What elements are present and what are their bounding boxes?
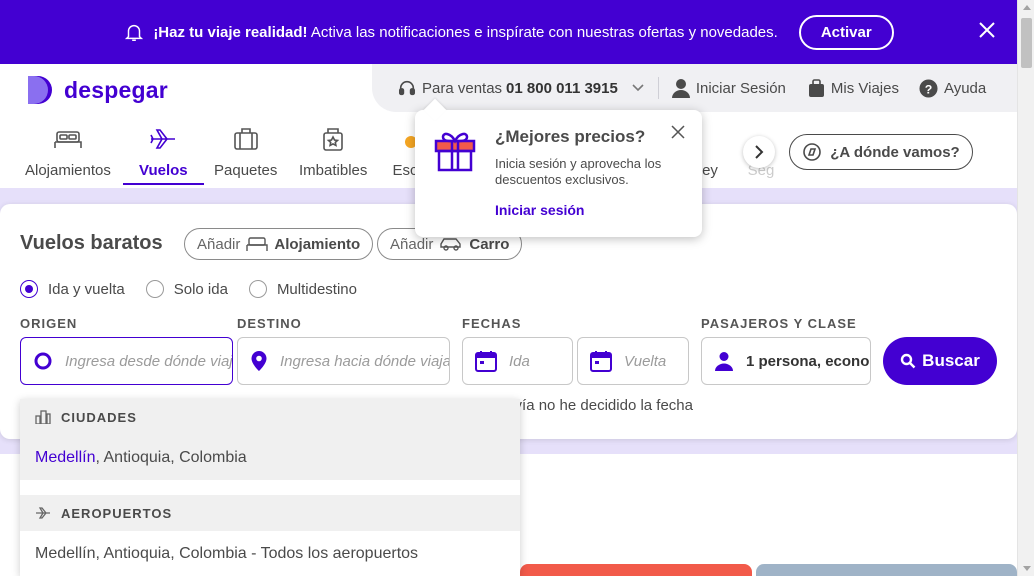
site-header: despegar Para ventas 01 800 011 3915 Inic… [0, 64, 1017, 112]
calendar-icon [475, 351, 497, 372]
radio-multi-destination[interactable]: Multidestino [248, 280, 357, 298]
chevron-down-icon [632, 84, 644, 92]
logo[interactable]: despegar [24, 74, 168, 106]
origin-field[interactable] [20, 337, 233, 385]
list-item[interactable]: Medellín, Antioquia, Colombia - Todos lo… [20, 531, 520, 576]
return-date-input[interactable] [624, 352, 688, 370]
calendar-icon [590, 351, 612, 372]
destination-label: DESTINO [237, 316, 302, 331]
divider [657, 77, 659, 99]
close-icon[interactable] [671, 125, 685, 139]
tab-alojamientos[interactable]: Alojamientos [25, 126, 111, 179]
package-icon [233, 128, 258, 150]
person-icon [715, 352, 733, 371]
origin-label: ORIGEN [20, 316, 78, 331]
tab-paquetes[interactable]: Paquetes [214, 126, 277, 179]
despegar-logo-icon [28, 76, 52, 104]
bell-icon [125, 24, 144, 41]
where-to-go-button[interactable]: ¿A dónde vamos? [789, 134, 973, 170]
bed-icon [54, 131, 82, 148]
my-trips-link[interactable]: Mis Viajes [808, 79, 899, 97]
departure-date-input[interactable] [509, 352, 572, 370]
search-button[interactable]: Buscar [883, 337, 997, 385]
departure-date-field[interactable] [462, 337, 573, 385]
tab-imbatibles[interactable]: Imbatibles [299, 126, 367, 179]
popover-title: ¿Mejores precios? [495, 127, 646, 146]
tab-vuelos[interactable]: Vuelos [123, 126, 204, 185]
notification-text: ¡Haz tu viaje realidad! Activa las notif… [153, 23, 778, 41]
airplane-icon [150, 129, 176, 149]
top-bar: Para ventas 01 800 011 3915 Iniciar Sesió… [372, 64, 1017, 112]
popover-login-link[interactable]: Iniciar sesión [495, 202, 584, 218]
origin-circle-icon [34, 352, 52, 370]
passengers-label: PASAJEROS Y CLASE [701, 316, 857, 331]
logo-wordmark: despegar [64, 76, 168, 103]
section-header-airports: AEROPUERTOS [20, 495, 520, 531]
gift-icon [434, 132, 476, 172]
activate-notifications-button[interactable]: Activar [798, 14, 894, 50]
scrollbar[interactable] [1017, 0, 1034, 576]
radio-one-way[interactable]: Solo ida [145, 280, 228, 298]
user-icon [671, 79, 690, 98]
list-item[interactable]: Medellín, Antioquia, Colombia [20, 435, 520, 480]
destination-input[interactable] [280, 352, 449, 370]
close-icon[interactable] [977, 20, 997, 40]
popover-description: Inicia sesión y aprovecha los descuentos… [495, 156, 662, 187]
section-header-cities: CIUDADES [20, 399, 520, 435]
compass-icon [803, 143, 822, 161]
help-icon: ? [919, 78, 938, 98]
origin-autocomplete: CIUDADES Medellín, Antioquia, Colombia A… [20, 399, 520, 576]
active-tab-indicator [123, 183, 204, 185]
add-accommodation-button[interactable]: Añadir Alojamiento [184, 228, 374, 260]
scrollbar-thumb[interactable] [1021, 18, 1032, 68]
login-popover: ¿Mejores precios? Inicia sesión y aprove… [415, 98, 702, 237]
dates-label: FECHAS [462, 316, 522, 331]
search-title: Vuelos baratos [20, 232, 163, 254]
origin-input[interactable] [65, 352, 232, 370]
car-icon [440, 238, 462, 251]
city-icon [35, 410, 51, 424]
return-date-field[interactable] [577, 337, 689, 385]
passengers-value: 1 persona, economy [746, 352, 870, 370]
imbatibles-icon [323, 128, 343, 151]
promo-card[interactable] [520, 564, 752, 576]
sales-phone[interactable]: Para ventas 01 800 011 3915 [398, 79, 644, 97]
svg-text:?: ? [925, 82, 933, 96]
suitcase-icon [808, 79, 824, 97]
bed-icon [246, 237, 269, 251]
radio-round-trip[interactable]: Ida y vuelta [20, 280, 125, 298]
airplane-icon [36, 507, 50, 519]
promo-card[interactable] [756, 564, 1017, 576]
trip-type-group: Ida y vuelta Solo ida Multidestino [20, 280, 378, 298]
chevron-right-icon [755, 145, 764, 159]
help-link[interactable]: ? Ayuda [919, 78, 986, 98]
search-icon [900, 353, 916, 369]
notification-bar: ¡Haz tu viaje realidad! Activa las notif… [0, 0, 1017, 64]
passengers-field[interactable]: 1 persona, economy [701, 337, 871, 385]
headset-icon [398, 80, 416, 96]
nav-next-button[interactable] [743, 136, 775, 168]
location-pin-icon [251, 351, 267, 371]
login-link[interactable]: Iniciar Sesión [671, 78, 786, 98]
destination-field[interactable] [237, 337, 450, 385]
